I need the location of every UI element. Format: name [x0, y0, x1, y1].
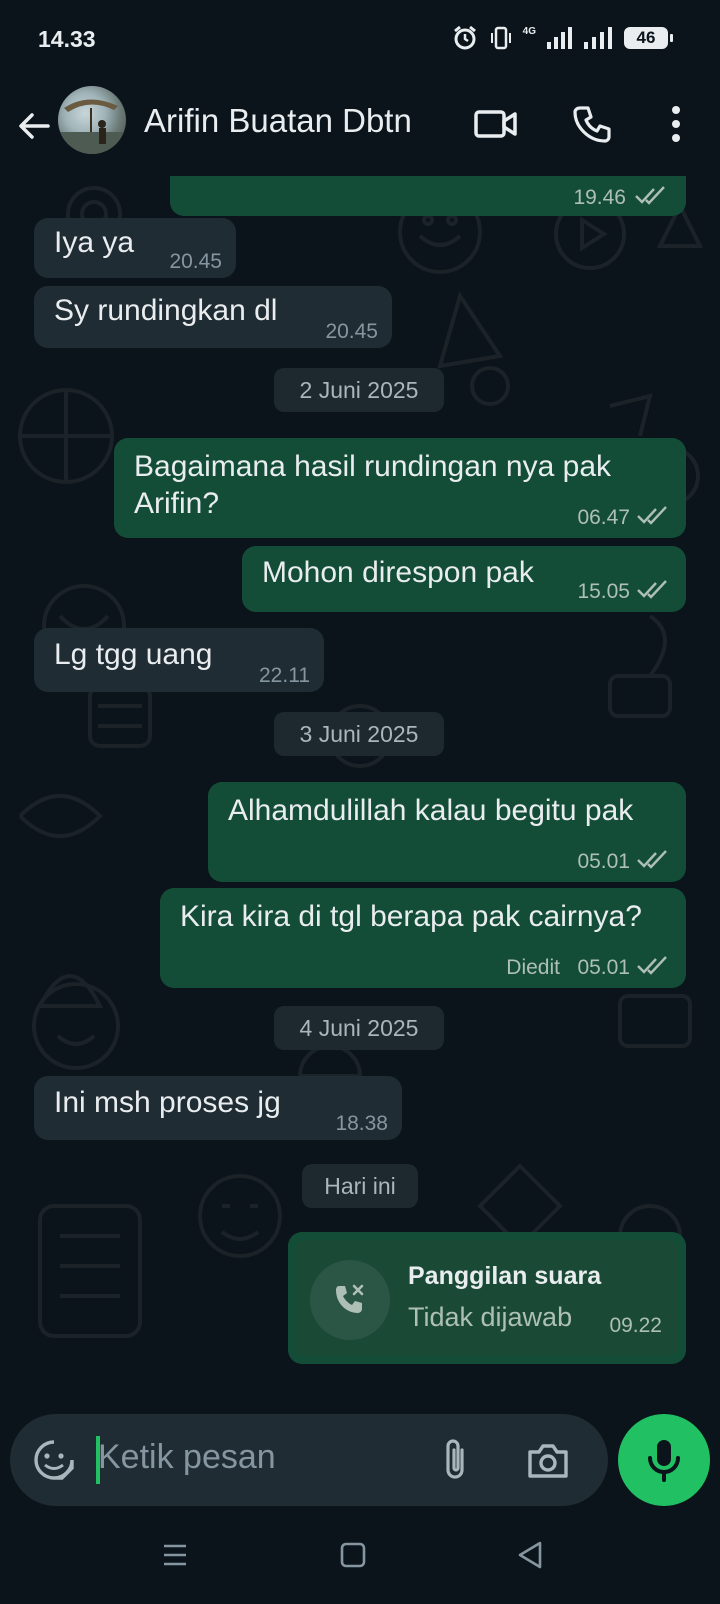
message-text: Mohon direspon pak [262, 556, 534, 589]
message-time: 06.47 [577, 506, 630, 529]
back-arrow-icon[interactable] [14, 106, 54, 146]
call-title: Panggilan suara [408, 1262, 602, 1290]
back-nav-icon[interactable] [516, 1540, 544, 1570]
message-bubble-incoming[interactable]: Lg tgg uang 22.11 [34, 628, 324, 692]
signal-icon-1 [547, 27, 572, 49]
phone-icon [573, 106, 611, 143]
network-type: 4G [522, 26, 536, 37]
chat-header: Arifin Buatan Dbtn [0, 80, 720, 177]
alarm-icon [453, 25, 476, 50]
missed-call-icon [310, 1260, 390, 1340]
message-input[interactable]: Ketik pesan [98, 1438, 276, 1477]
voice-call-button[interactable] [568, 100, 616, 148]
message-text: Lg tgg uang [54, 638, 213, 671]
voice-message-button[interactable] [618, 1414, 710, 1506]
date-separator: 4 Juni 2025 [274, 1006, 444, 1050]
call-bubble[interactable]: Panggilan suara Tidak dijawab 09.22 [288, 1232, 686, 1364]
double-check-icon [637, 850, 667, 869]
paperclip-icon[interactable] [440, 1436, 470, 1484]
status-bar: 14.33 4G 46 [0, 0, 720, 80]
video-call-button[interactable] [472, 100, 520, 148]
message-text: Sy rundingkan dl [54, 294, 278, 327]
message-time: 19.46 [573, 186, 626, 209]
status-icons: 4G 46 [451, 24, 673, 52]
message-bubble-incoming[interactable]: Iya ya 20.45 [34, 218, 236, 278]
message-bubble-outgoing[interactable]: Mohon direspon pak 15.05 [242, 546, 686, 612]
message-bubble-incoming[interactable]: Sy rundingkan dl 20.45 [34, 286, 392, 348]
message-time: 20.45 [325, 320, 378, 343]
message-time: 05.01 [577, 956, 630, 979]
message-bubble-outgoing[interactable]: Kira kira di tgl berapa pak cairnya? Die… [160, 888, 686, 988]
date-separator: 3 Juni 2025 [274, 712, 444, 756]
message-time: 15.05 [577, 580, 630, 603]
battery-icon: 46 [624, 27, 673, 49]
message-time: 09.22 [609, 1314, 662, 1337]
vibrate-icon [490, 26, 511, 50]
status-time: 14.33 [38, 26, 96, 52]
message-time: 18.38 [335, 1112, 388, 1135]
contact-name[interactable]: Arifin Buatan Dbtn [144, 102, 412, 140]
message-bubble-incoming[interactable]: Ini msh proses jg 18.38 [34, 1076, 402, 1140]
system-navigation-bar [0, 1510, 720, 1604]
call-status: Tidak dijawab [408, 1302, 573, 1332]
kebab-menu-icon [672, 106, 680, 142]
edited-label: Diedit [506, 956, 560, 979]
message-bubble-outgoing[interactable]: Alhamdulillah kalau begitu pak 05.01 [208, 782, 686, 882]
message-list[interactable]: 19.46 Iya ya 20.45 Sy rundingkan dl 20.4… [0, 176, 720, 1416]
double-check-icon [637, 506, 667, 525]
message-time: 22.11 [259, 664, 310, 687]
message-text: Ini msh proses jg [54, 1086, 281, 1119]
message-composer: Ketik pesan [10, 1414, 608, 1506]
microphone-icon [648, 1440, 680, 1482]
double-check-icon [637, 580, 667, 599]
message-bubble-outgoing[interactable]: Bagaimana hasil rundingan nya pak Arifin… [114, 438, 686, 538]
message-text: Kira kira di tgl berapa pak cairnya? [180, 900, 642, 933]
avatar-photo-icon [58, 99, 126, 154]
home-icon[interactable] [340, 1542, 366, 1568]
message-text: Iya ya [54, 226, 135, 259]
double-check-icon [635, 186, 665, 205]
double-check-icon [637, 956, 667, 975]
camera-icon[interactable] [526, 1440, 570, 1480]
signal-icon-2 [584, 27, 612, 49]
sticker-icon[interactable] [32, 1438, 76, 1482]
battery-level: 46 [636, 28, 656, 47]
message-text: Bagaimana hasil rundingan nya pak Arifin… [134, 450, 611, 520]
message-bubble-outgoing[interactable]: 19.46 [170, 176, 686, 216]
date-separator: Hari ini [302, 1164, 418, 1208]
date-separator: 2 Juni 2025 [274, 368, 444, 412]
message-time: 20.45 [169, 250, 222, 273]
contact-avatar[interactable] [58, 86, 126, 154]
message-text: Alhamdulillah kalau begitu pak [228, 794, 634, 827]
recent-apps-icon[interactable] [162, 1542, 188, 1568]
video-camera-icon [474, 110, 517, 138]
more-options-button[interactable] [652, 100, 700, 148]
message-time: 05.01 [577, 850, 630, 873]
